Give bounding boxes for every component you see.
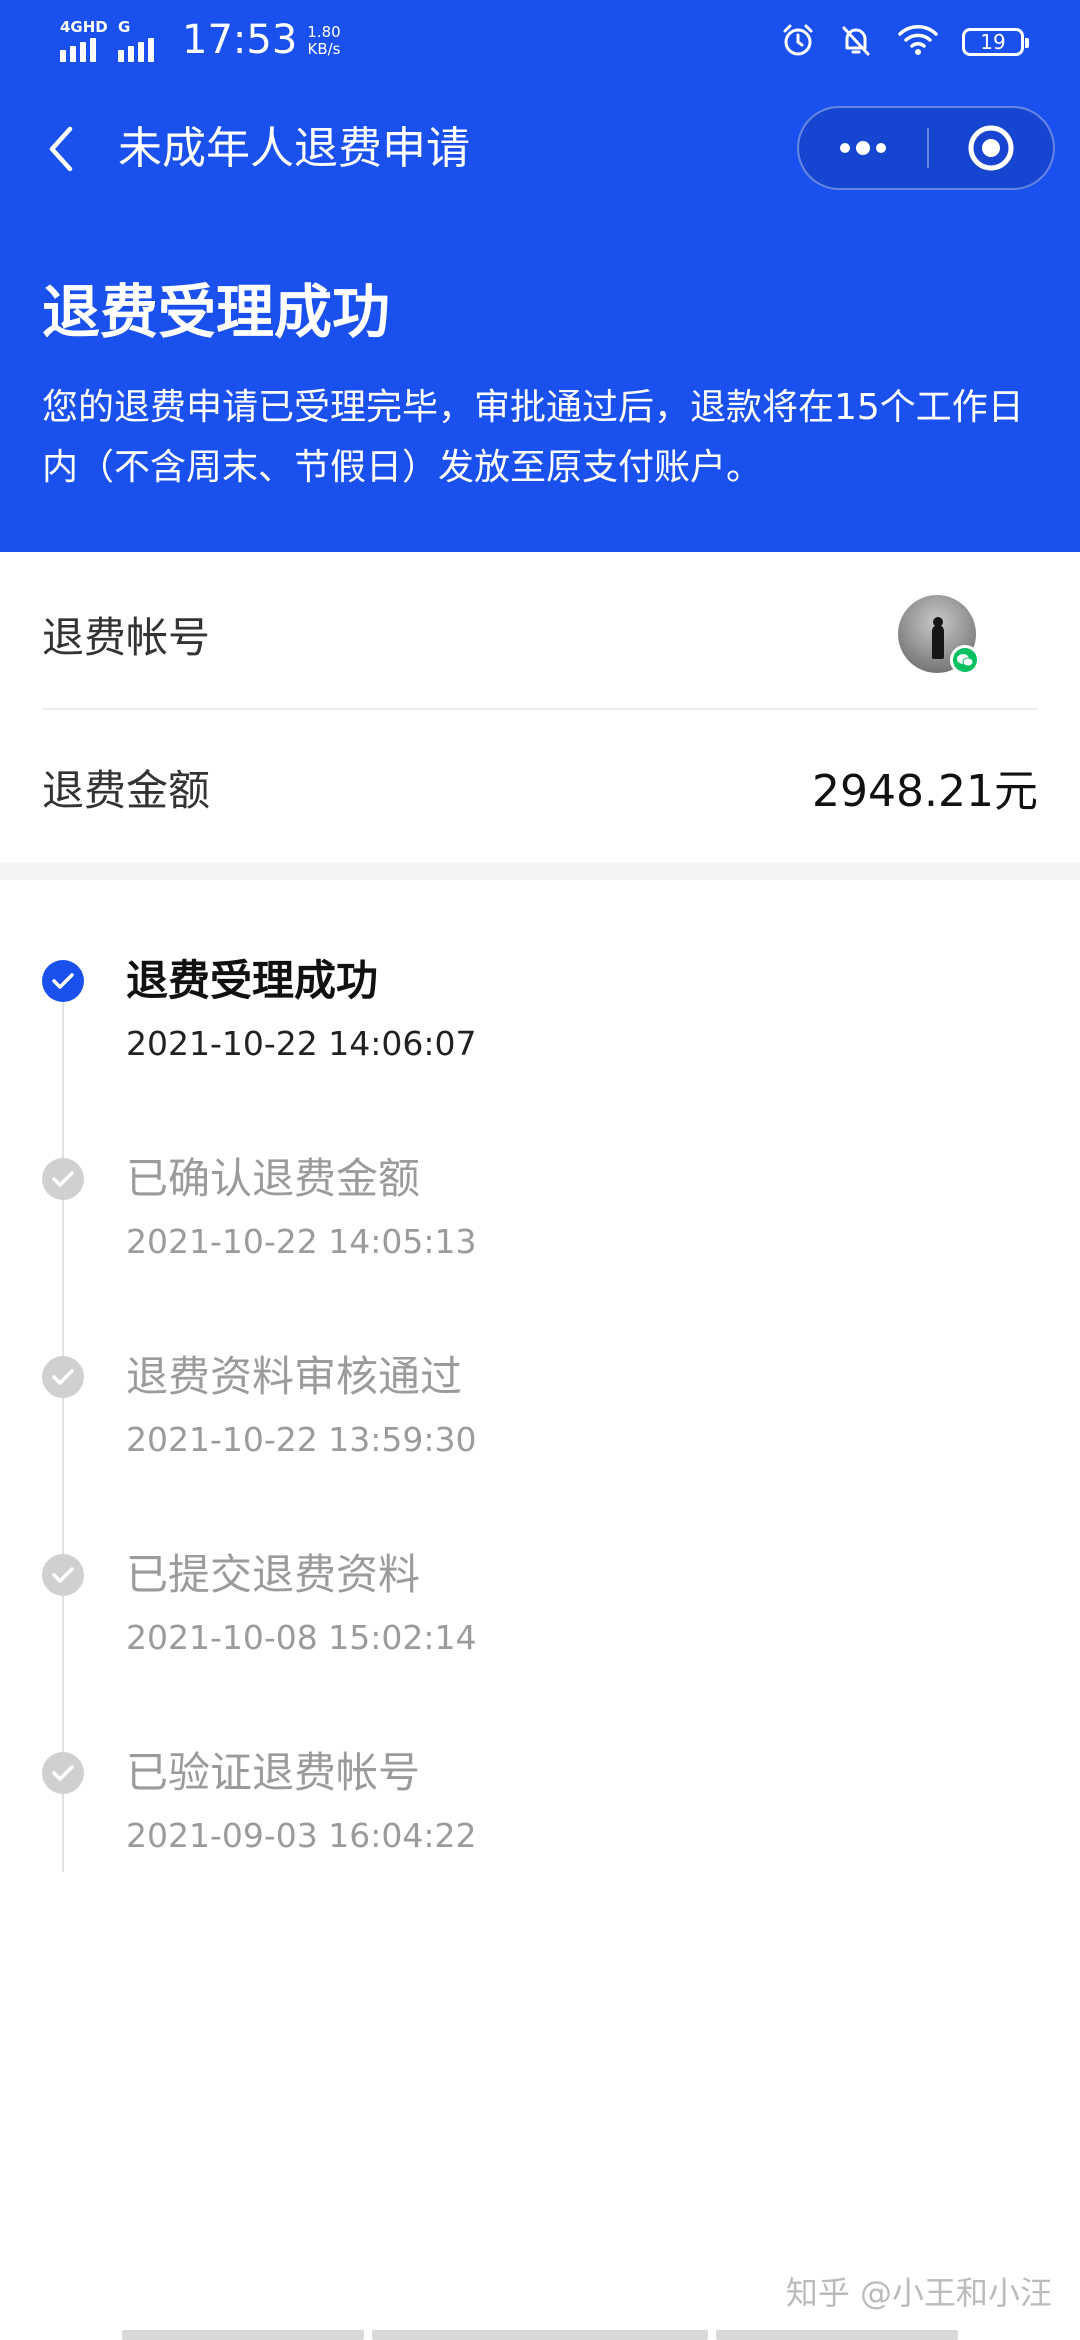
more-button[interactable] [799, 108, 927, 188]
status-time: 17:53 [182, 17, 298, 63]
refund-account-label: 退费帐号 [42, 612, 211, 662]
timeline-step-time: 2021-09-03 16:04:22 [126, 1816, 477, 1855]
bottom-strip [122, 2330, 364, 2340]
close-miniprogram-button[interactable] [929, 108, 1053, 188]
timeline-step-time: 2021-10-22 14:06:07 [126, 1024, 477, 1063]
timeline-step-time: 2021-10-22 13:59:30 [126, 1420, 477, 1459]
wifi-icon [896, 22, 940, 62]
alarm-icon [780, 22, 816, 62]
refund-amount-value: 2948.21元 [812, 766, 1038, 817]
timeline-step: 退费受理成功 2021-10-22 14:06:07 [0, 956, 1080, 1120]
timeline-step-time: 2021-10-22 14:05:13 [126, 1222, 477, 1261]
check-circle-icon [42, 1752, 84, 1794]
battery-icon: 19 [962, 28, 1029, 56]
timeline-step-title: 退费受理成功 [126, 956, 379, 1005]
page: 4GHD G 17:53 1.80 KB/s 19 未成年人退费申请 退费受理成… [0, 0, 1080, 2340]
signal-icon: G [118, 18, 166, 62]
signal-icon: 4GHD [60, 18, 108, 62]
section-divider [0, 862, 1080, 880]
bottom-strip [716, 2330, 958, 2340]
check-circle-icon [42, 1158, 84, 1200]
page-title: 未成年人退费申请 [118, 123, 470, 174]
back-button[interactable] [36, 118, 86, 180]
check-circle-icon [42, 1356, 84, 1398]
check-circle-icon [42, 1554, 84, 1596]
network-type-label: G [118, 18, 131, 36]
timeline-step-title: 已验证退费帐号 [126, 1748, 421, 1797]
blue-header: 4GHD G 17:53 1.80 KB/s 19 未成年人退费申请 退费受理成… [0, 0, 1080, 552]
success-heading: 退费受理成功 [42, 278, 391, 346]
avatar [898, 595, 980, 675]
battery-level: 19 [980, 30, 1006, 54]
more-dots-icon [840, 141, 886, 155]
chevron-left-icon [49, 126, 73, 172]
check-circle-icon [42, 960, 84, 1002]
timeline-step-title: 退费资料审核通过 [126, 1352, 463, 1401]
speed-unit: KB/s [307, 40, 341, 58]
timeline-step: 已验证退费帐号 2021-09-03 16:04:22 [0, 1748, 1080, 1912]
bell-off-icon [838, 22, 874, 62]
status-right: 19 [780, 22, 1029, 62]
network-type-label: 4GHD [60, 18, 108, 36]
speed-value: 1.80 [307, 23, 341, 41]
timeline-step: 退费资料审核通过 2021-10-22 13:59:30 [0, 1352, 1080, 1516]
timeline-step-title: 已确认退费金额 [126, 1154, 421, 1203]
refund-amount-label: 退费金额 [42, 765, 211, 815]
success-description: 您的退费申请已受理完毕，审批通过后，退款将在15个工作日内（不含周末、节假日）发… [42, 387, 1024, 488]
bottom-strip [372, 2330, 708, 2340]
timeline-step: 已提交退费资料 2021-10-08 15:02:14 [0, 1550, 1080, 1714]
refund-account-row: 退费帐号 [42, 560, 1038, 710]
watermark: 知乎 @小王和小汪 [785, 2274, 1052, 2312]
refund-amount-row: 退费金额 2948.21元 [42, 712, 1038, 862]
target-close-icon [968, 125, 1014, 171]
status-bar: 4GHD G 17:53 1.80 KB/s 19 [0, 0, 1080, 84]
timeline-step-title: 已提交退费资料 [126, 1550, 421, 1599]
network-speed: 1.80 KB/s [307, 24, 340, 58]
timeline-step: 已确认退费金额 2021-10-22 14:05:13 [0, 1154, 1080, 1318]
status-left: 4GHD G 17:53 1.80 KB/s [60, 18, 341, 62]
timeline-step-time: 2021-10-08 15:02:14 [126, 1618, 477, 1657]
wechat-icon [950, 645, 980, 675]
miniprogram-capsule [797, 106, 1055, 190]
